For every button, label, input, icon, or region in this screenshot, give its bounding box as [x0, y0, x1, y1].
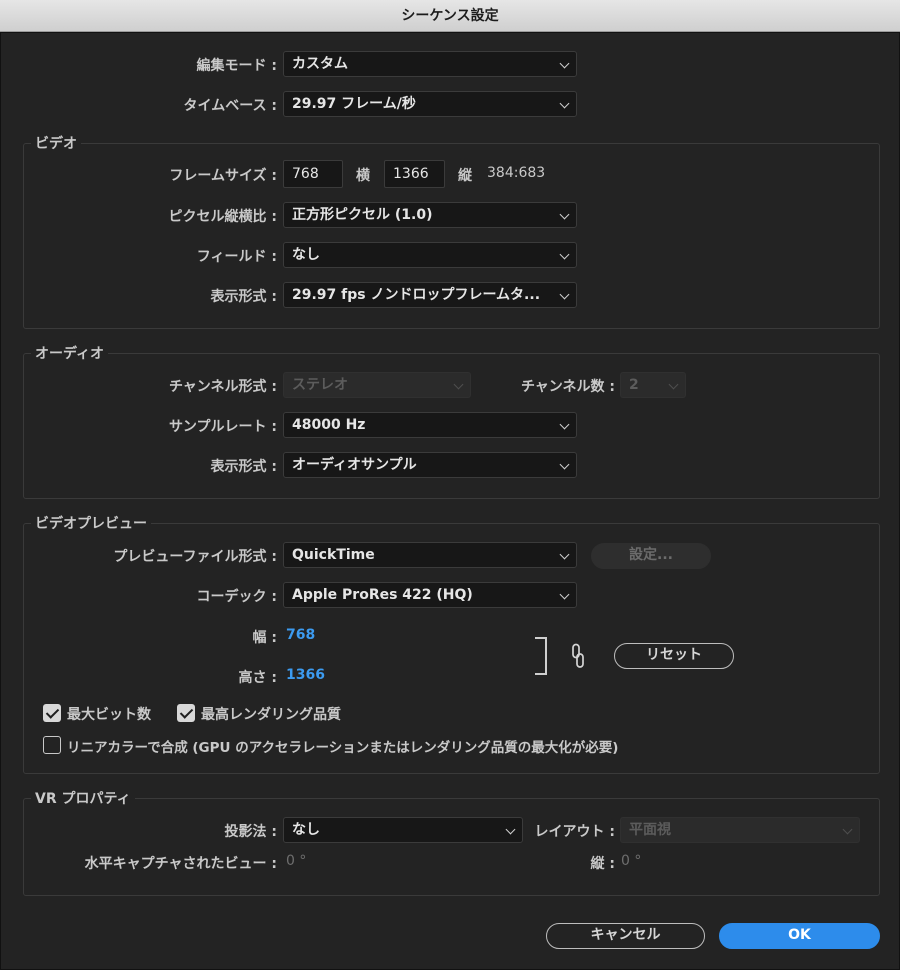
audio-display-format-value: オーディオサンプル: [292, 457, 417, 473]
window-title: シーケンス設定: [0, 0, 900, 32]
channel-format-select: ステレオ: [283, 372, 471, 398]
channel-format-label: チャンネル形式 :: [168, 379, 277, 395]
max-bit-depth-label: 最大ビット数: [67, 707, 151, 723]
chevron-down-icon: [559, 98, 570, 109]
preview-file-format-value: QuickTime: [292, 547, 375, 563]
fields-label: フィールド :: [196, 249, 277, 265]
h-captured-view-value: 0 °: [286, 853, 307, 869]
channel-format-value: ステレオ: [292, 377, 348, 393]
max-bit-depth-checkbox[interactable]: [43, 704, 61, 722]
channel-count-select: 2: [620, 372, 686, 398]
video-display-format-value: 29.97 fps ノンドロップフレームタ...: [292, 287, 541, 303]
frame-height-input[interactable]: 1366: [384, 160, 445, 188]
audio-group-title: オーディオ: [31, 343, 109, 363]
layout-select: 平面視: [620, 817, 860, 843]
audio-display-format-label: 表示形式 :: [210, 459, 277, 475]
sample-rate-select[interactable]: 48000 Hz: [283, 412, 577, 438]
chevron-down-icon: [842, 824, 853, 835]
channel-count-label: チャンネル数 :: [520, 379, 615, 395]
preview-file-format-select[interactable]: QuickTime: [283, 542, 577, 568]
video-preview-group-title: ビデオプレビュー: [31, 513, 151, 533]
vr-group-title: VR プロパティ: [31, 788, 135, 808]
preview-width-label: 幅 :: [252, 630, 277, 646]
v-captured-view-value: 0 °: [621, 853, 642, 869]
preview-width-value[interactable]: 768: [286, 627, 315, 643]
preview-height-value[interactable]: 1366: [286, 667, 325, 683]
chevron-down-icon: [559, 459, 570, 470]
chevron-down-icon: [505, 824, 516, 835]
codec-label: コーデック :: [196, 589, 277, 605]
video-group-title: ビデオ: [31, 133, 81, 153]
chain-link-icon[interactable]: [570, 643, 586, 669]
chevron-down-icon: [559, 209, 570, 220]
chevron-down-icon: [559, 249, 570, 260]
chevron-down-icon: [559, 419, 570, 430]
vr-group: [23, 798, 880, 896]
dialog-body: 編集モード : カスタム タイムベース : 29.97 フレーム/秒 ビデオ フ…: [0, 32, 900, 970]
edit-mode-label: 編集モード :: [196, 58, 277, 74]
chevron-down-icon: [453, 379, 464, 390]
preview-settings-button: 設定...: [591, 543, 711, 569]
frame-size-label: フレームサイズ :: [169, 168, 277, 184]
chevron-down-icon: [559, 549, 570, 560]
channel-count-value: 2: [629, 377, 639, 393]
timebase-label: タイムベース :: [183, 98, 278, 114]
max-render-quality-label: 最高レンダリング品質: [201, 707, 341, 723]
sample-rate-label: サンプルレート :: [168, 419, 277, 435]
fields-select[interactable]: なし: [283, 242, 577, 268]
reset-button[interactable]: リセット: [614, 643, 734, 669]
chevron-down-icon: [559, 589, 570, 600]
audio-display-format-select[interactable]: オーディオサンプル: [283, 452, 577, 478]
h-captured-view-label: 水平キャプチャされたビュー :: [84, 856, 277, 872]
video-display-format-label: 表示形式 :: [210, 289, 277, 305]
chevron-down-icon: [559, 58, 570, 69]
pixel-aspect-select[interactable]: 正方形ピクセル (1.0): [283, 202, 577, 228]
chevron-down-icon: [559, 289, 570, 300]
linear-color-checkbox[interactable]: [43, 736, 61, 754]
frame-width-input[interactable]: 768: [283, 160, 343, 188]
layout-value: 平面視: [629, 822, 671, 838]
projection-label: 投影法 :: [224, 824, 277, 840]
frame-aspect-ratio: 384:683: [487, 165, 546, 181]
pixel-aspect-value: 正方形ピクセル (1.0): [292, 207, 433, 223]
preview-height-label: 高さ :: [238, 670, 277, 686]
cancel-button[interactable]: キャンセル: [546, 923, 705, 949]
timebase-value: 29.97 フレーム/秒: [292, 96, 416, 112]
preview-file-format-label: プレビューファイル形式 :: [113, 549, 277, 565]
video-display-format-select[interactable]: 29.97 fps ノンドロップフレームタ...: [283, 282, 577, 308]
linear-color-label: リニアカラーで合成 (GPU のアクセラレーションまたはレンダリング品質の最大化…: [67, 740, 619, 756]
edit-mode-select[interactable]: カスタム: [283, 51, 577, 77]
link-bracket-icon: [535, 637, 547, 675]
ok-button[interactable]: OK: [719, 923, 880, 949]
codec-select[interactable]: Apple ProRes 422 (HQ): [283, 582, 577, 608]
edit-mode-value: カスタム: [292, 56, 348, 72]
max-render-quality-checkbox[interactable]: [177, 704, 195, 722]
codec-value: Apple ProRes 422 (HQ): [292, 587, 473, 603]
sample-rate-value: 48000 Hz: [292, 417, 366, 433]
timebase-select[interactable]: 29.97 フレーム/秒: [283, 91, 577, 117]
pixel-aspect-label: ピクセル縦横比 :: [168, 209, 277, 225]
fields-value: なし: [292, 247, 320, 263]
projection-select[interactable]: なし: [283, 817, 523, 843]
projection-value: なし: [292, 822, 320, 838]
frame-width-unit: 横: [356, 168, 370, 184]
layout-label: レイアウト :: [534, 824, 615, 840]
chevron-down-icon: [668, 379, 679, 390]
frame-height-unit: 縦: [458, 168, 472, 184]
v-captured-view-label: 縦 :: [590, 856, 615, 872]
